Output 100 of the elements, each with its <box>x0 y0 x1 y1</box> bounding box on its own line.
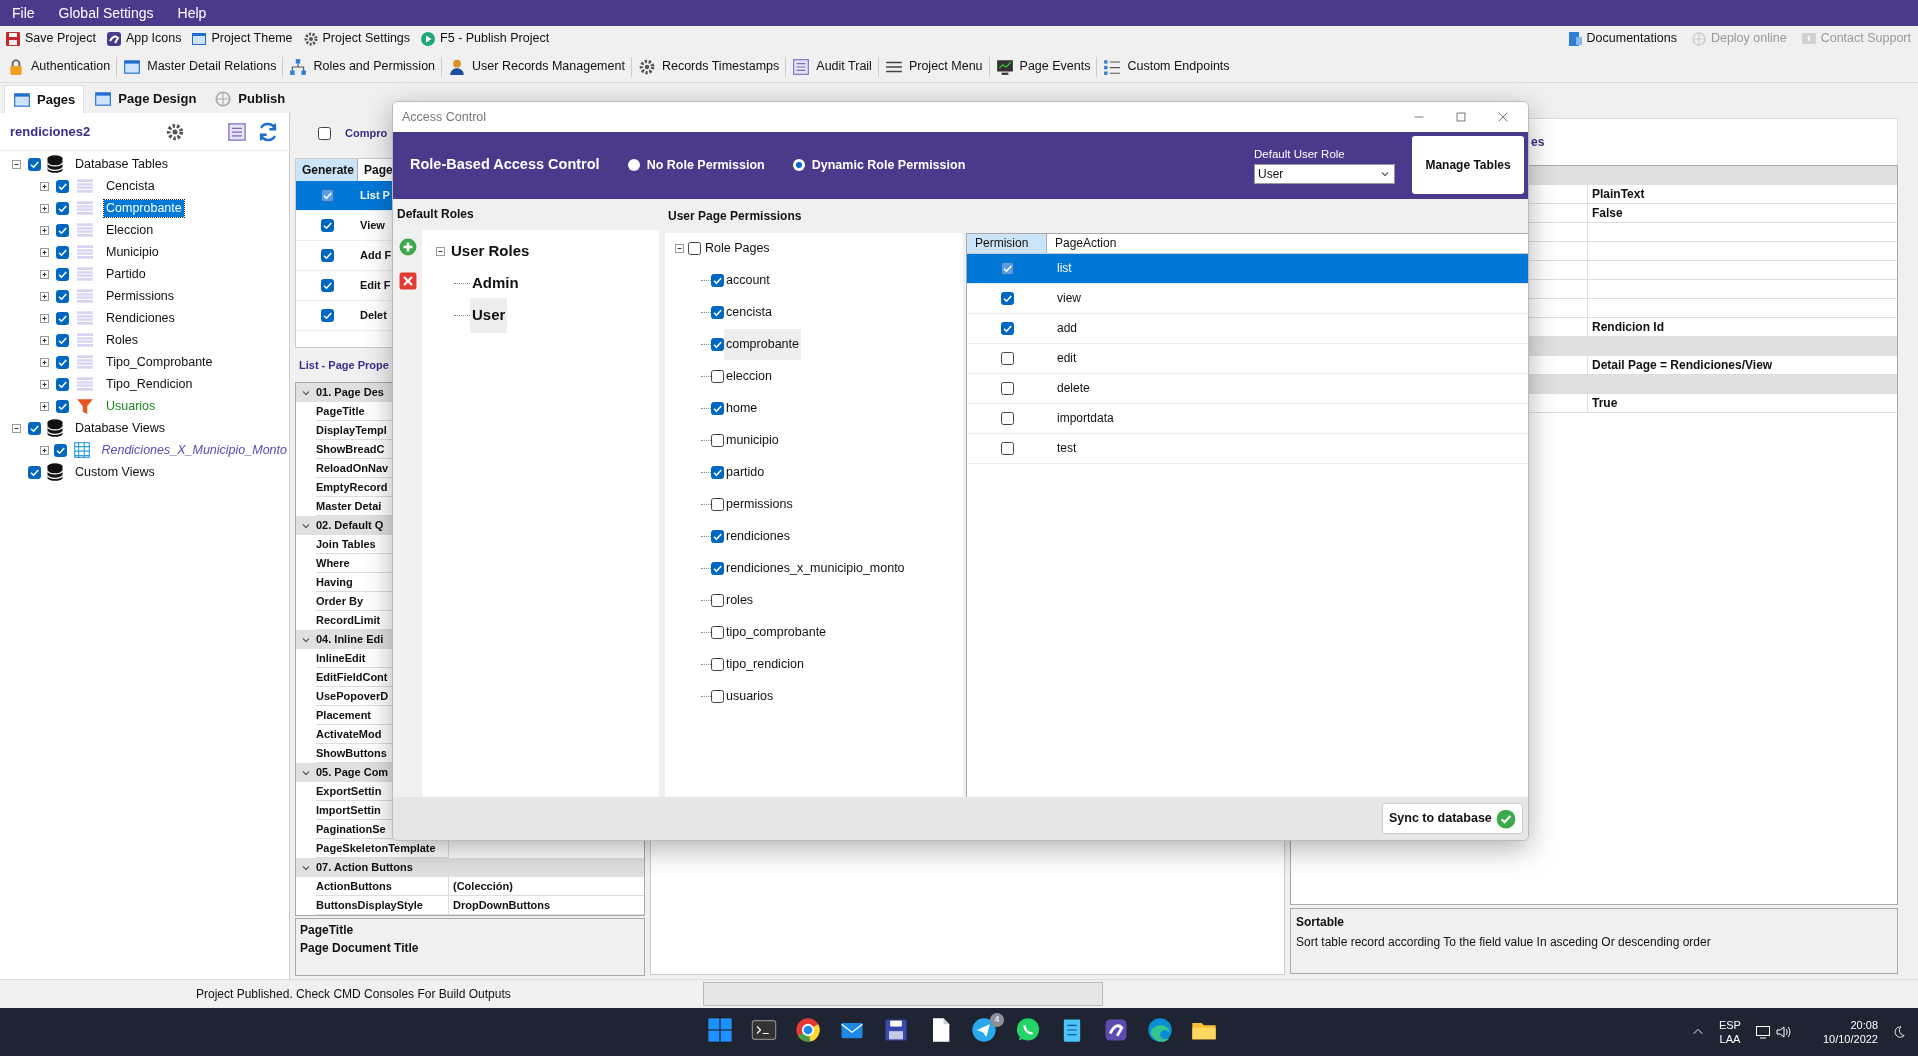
checkbox[interactable] <box>56 311 69 325</box>
expand-icon[interactable] <box>40 335 49 345</box>
column-header[interactable]: Permision <box>967 233 1047 253</box>
tree-item[interactable]: User <box>470 298 508 333</box>
tree-item[interactable]: Permissions <box>104 287 177 305</box>
tree-item[interactable]: Comprobante <box>104 199 184 217</box>
tree-item[interactable]: home <box>724 393 760 425</box>
tree-item[interactable]: Cencista <box>104 177 157 195</box>
checkbox[interactable] <box>56 245 69 259</box>
checkbox[interactable] <box>54 443 68 457</box>
ribbon-button[interactable]: Authentication <box>4 53 114 80</box>
ribbon-button[interactable]: Roles and Permission <box>286 53 439 80</box>
checkbox[interactable] <box>320 249 334 262</box>
checkbox[interactable] <box>711 562 724 576</box>
checkbox[interactable] <box>711 466 724 480</box>
tree-item[interactable]: rendiciones <box>724 521 792 553</box>
tree-item[interactable]: usuarios <box>724 681 776 713</box>
checkbox[interactable] <box>320 309 334 322</box>
checkbox[interactable] <box>711 370 724 384</box>
tab[interactable]: Pages <box>4 85 85 113</box>
grid-row[interactable]: importdata <box>967 403 1528 434</box>
checkbox[interactable] <box>711 434 724 448</box>
expand-icon[interactable] <box>40 225 49 235</box>
browser-icon[interactable] <box>1146 1016 1174 1044</box>
collapse-icon[interactable] <box>12 423 21 433</box>
tree-item[interactable]: roles <box>724 585 756 617</box>
tree-item[interactable]: Role Pages <box>705 239 770 259</box>
ribbon-button[interactable]: Custom Endpoints <box>1100 53 1233 80</box>
collapse-icon[interactable] <box>12 159 21 169</box>
menu-item[interactable]: File <box>12 2 35 24</box>
language-label[interactable]: ESP <box>1718 1018 1741 1032</box>
tree-item[interactable]: Database Tables <box>73 155 170 173</box>
grid-row[interactable]: add <box>967 313 1528 344</box>
tree-item[interactable]: Tipo_Comprobante <box>104 353 215 371</box>
toolbar-button[interactable]: Project Theme <box>188 27 296 50</box>
toolbar-button[interactable]: Project Settings <box>299 27 414 50</box>
checkbox[interactable] <box>711 690 724 704</box>
tree-item[interactable]: account <box>724 265 772 297</box>
checkbox[interactable] <box>56 377 69 391</box>
paper-plane-icon[interactable] <box>970 1016 998 1044</box>
tree-item[interactable]: Custom Views <box>73 463 157 481</box>
clock-date[interactable]: 10/10/2022 <box>1822 1032 1878 1046</box>
tree-item[interactable]: comprobante <box>724 329 801 361</box>
radio-label[interactable]: No Role Permission <box>646 155 765 175</box>
checkbox[interactable] <box>711 274 724 288</box>
expand-icon[interactable] <box>40 203 49 213</box>
tree-item[interactable]: rendiciones_x_municipio_monto <box>724 553 907 585</box>
tree-item[interactable]: Rendiciones_X_Municipio_Monto <box>99 441 289 459</box>
ribbon-button[interactable]: Records Timestamps <box>634 53 783 80</box>
refresh-icon[interactable] <box>257 120 279 143</box>
checkbox[interactable] <box>56 289 69 303</box>
expand-icon[interactable] <box>40 445 49 455</box>
menu-item[interactable]: Help <box>177 2 207 24</box>
grid-row[interactable]: test <box>967 433 1528 464</box>
checkbox[interactable] <box>1000 291 1014 305</box>
expand-icon[interactable] <box>40 181 49 191</box>
checkbox[interactable] <box>56 223 69 237</box>
property-value[interactable]: Rendicion Id <box>1588 318 1664 336</box>
radio-button[interactable] <box>792 159 805 172</box>
checkbox[interactable] <box>711 626 724 640</box>
checkbox[interactable] <box>28 157 41 171</box>
expand-icon[interactable] <box>40 247 49 257</box>
tab[interactable]: Page Design <box>86 85 205 113</box>
tab[interactable]: Publish <box>206 85 294 113</box>
grid-row[interactable]: list <box>967 253 1528 284</box>
tree-item[interactable]: partido <box>724 457 767 489</box>
ribbon-button[interactable]: Page Events <box>992 53 1094 80</box>
checkbox[interactable] <box>1000 261 1014 275</box>
radio-button[interactable] <box>627 159 640 172</box>
expand-icon[interactable] <box>40 291 49 301</box>
expand-icon[interactable] <box>40 357 49 367</box>
checkbox[interactable] <box>711 498 724 512</box>
menu-item[interactable]: Global Settings <box>58 2 154 24</box>
ribbon-button[interactable]: User Records Management <box>445 53 628 80</box>
checkbox[interactable] <box>56 399 69 413</box>
tree-item[interactable]: Rendiciones <box>104 309 177 327</box>
checkbox[interactable] <box>320 189 334 202</box>
checkbox[interactable] <box>711 402 724 416</box>
column-header[interactable]: PageAction <box>1047 233 1125 253</box>
property-value[interactable]: Detail Page = Rendiciones/View <box>1588 356 1773 374</box>
clock-time[interactable]: 20:08 <box>1850 1018 1878 1032</box>
tree-item[interactable]: Usuarios <box>104 397 158 415</box>
checkbox[interactable] <box>711 658 724 672</box>
tree-item[interactable]: Database Views <box>73 419 168 437</box>
tree-item[interactable]: municipio <box>724 425 781 457</box>
checkbox[interactable] <box>56 355 69 369</box>
checkbox[interactable] <box>320 219 334 232</box>
expand-icon[interactable] <box>40 379 49 389</box>
tree-item[interactable]: tipo_comprobante <box>724 617 829 649</box>
delete-icon[interactable] <box>398 271 417 290</box>
checkbox[interactable] <box>56 333 69 347</box>
toolbar-button[interactable]: App Icons <box>102 27 185 50</box>
tree-item[interactable]: Roles <box>104 331 140 349</box>
moon-icon[interactable] <box>1892 1025 1906 1039</box>
speaker-icon[interactable] <box>1774 1024 1791 1040</box>
toolbar-button[interactable]: Documentations <box>1563 27 1680 50</box>
expand-icon[interactable] <box>40 401 49 411</box>
add-icon[interactable] <box>398 237 417 256</box>
tree-item[interactable]: eleccion <box>724 361 774 393</box>
grid-row[interactable]: view <box>967 283 1528 314</box>
